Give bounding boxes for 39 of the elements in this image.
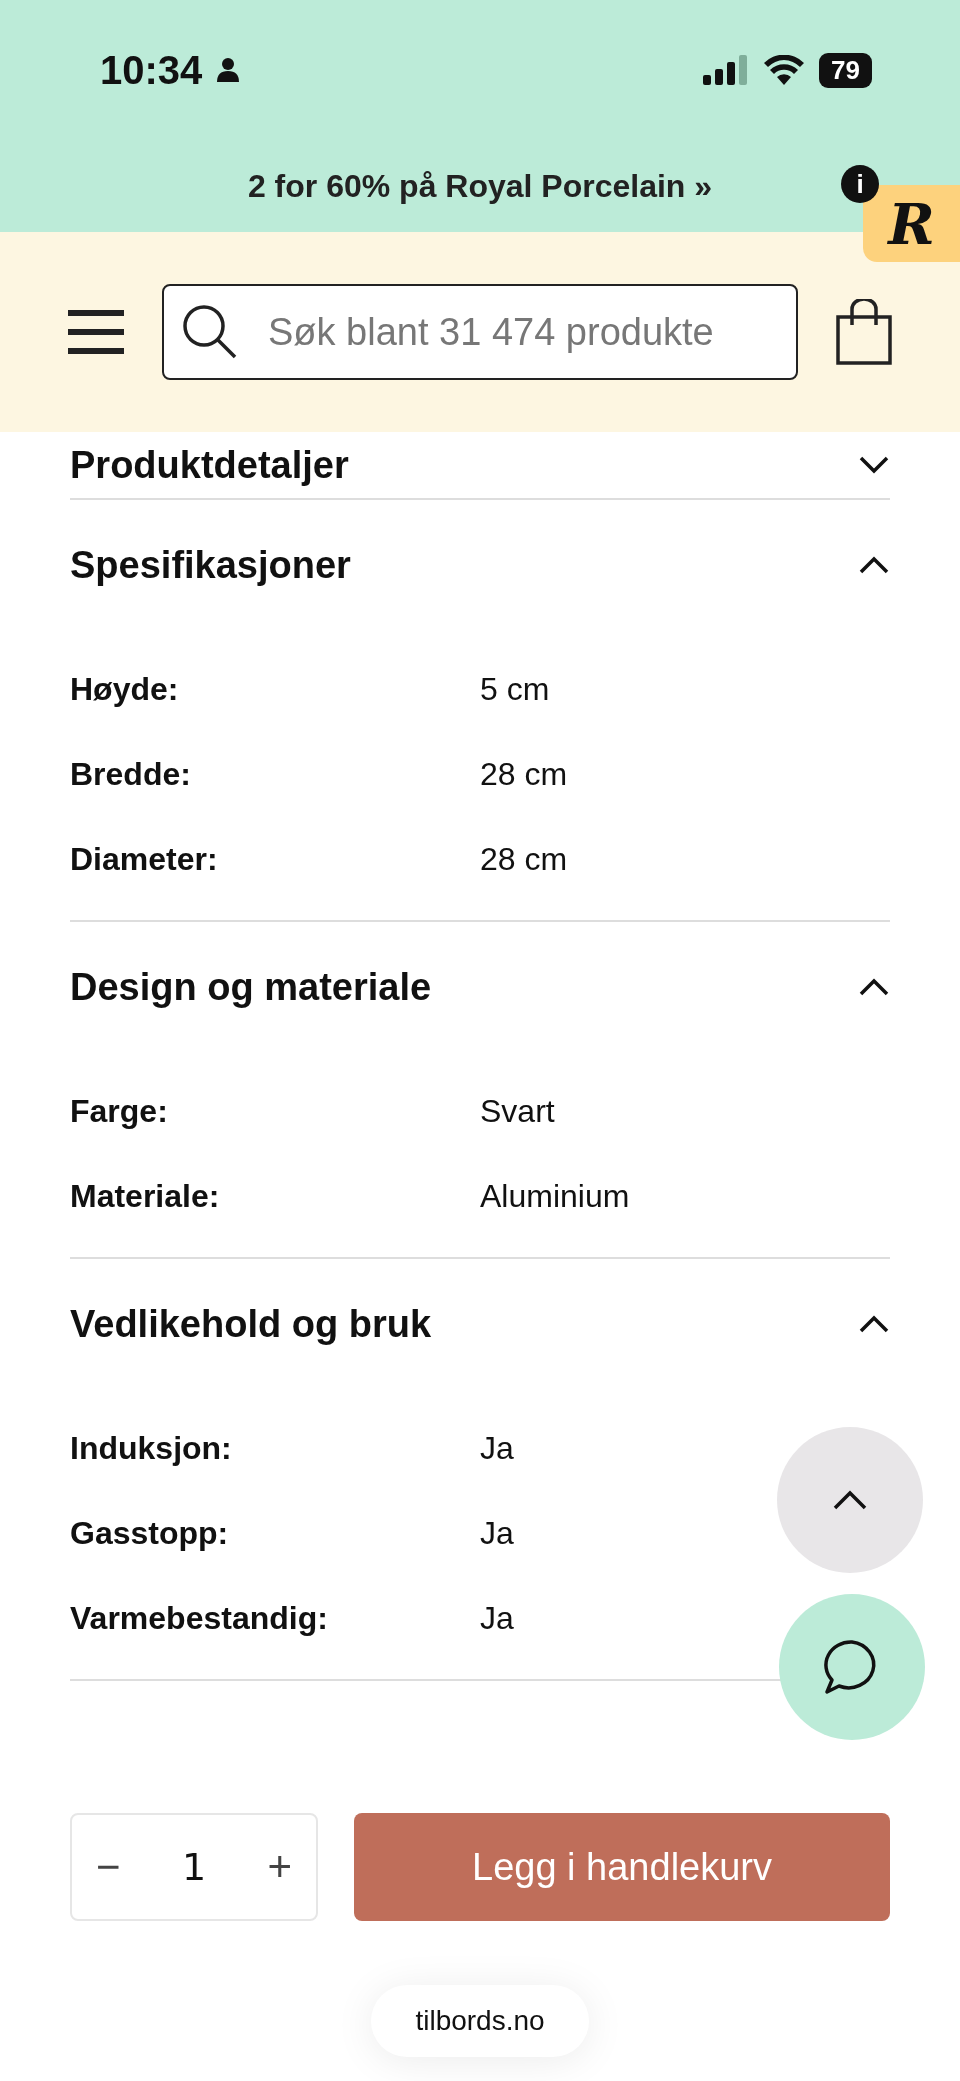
search-icon	[182, 304, 238, 360]
accordion-header[interactable]: Vedlikehold og bruk	[70, 1259, 890, 1389]
quantity-value: 1	[181, 1845, 207, 1889]
signal-icon	[703, 55, 750, 85]
accordion-header[interactable]: Design og materiale	[70, 922, 890, 1052]
spec-value: 28 cm	[480, 756, 568, 793]
spec-value: 5 cm	[480, 671, 550, 708]
menu-icon[interactable]	[68, 308, 124, 356]
person-icon	[216, 57, 241, 83]
spec-value: 28 cm	[480, 841, 568, 878]
spec-value: Ja	[480, 1515, 514, 1552]
add-to-cart-button[interactable]: Legg i handlekurv	[354, 1813, 890, 1921]
url-pill[interactable]: tilbords.no	[371, 1985, 589, 2057]
wifi-icon	[763, 55, 806, 85]
spec-label: Materiale:	[70, 1178, 221, 1215]
reviews-badge[interactable]: R	[863, 185, 960, 262]
search-box[interactable]: Søk blant 31 474 produkte	[162, 284, 798, 380]
spec-value: Ja	[480, 1600, 514, 1637]
spec-value: Ja	[480, 1430, 514, 1467]
clock: 10:34	[100, 47, 203, 93]
spec-label: Varmebestandig:	[70, 1600, 329, 1637]
accordion-header[interactable]: Produktdetaljer	[70, 432, 890, 498]
accordion-header[interactable]: Spesifikasjoner	[70, 500, 890, 630]
spec-label: Bredde:	[70, 756, 192, 793]
chevron-up-icon	[832, 1489, 868, 1511]
spec-label: Gasstopp:	[70, 1515, 230, 1552]
spec-value: Svart	[480, 1093, 555, 1130]
spec-label: Diameter:	[70, 841, 219, 878]
spec-value: Aluminium	[480, 1178, 630, 1215]
search-input[interactable]: Søk blant 31 474 produkte	[266, 309, 782, 355]
info-badge[interactable]: i	[841, 165, 879, 203]
increase-button[interactable]: +	[257, 1843, 302, 1891]
spec-label: Induksjon:	[70, 1430, 233, 1467]
spec-label: Høyde:	[70, 671, 180, 708]
battery-indicator: 79	[819, 52, 872, 88]
decrease-button[interactable]: −	[86, 1843, 131, 1891]
promo-link[interactable]: 2 for 60% på Royal Porcelain »	[247, 167, 713, 205]
spec-label: Farge:	[70, 1093, 169, 1130]
shopping-bag-icon[interactable]	[836, 299, 892, 365]
